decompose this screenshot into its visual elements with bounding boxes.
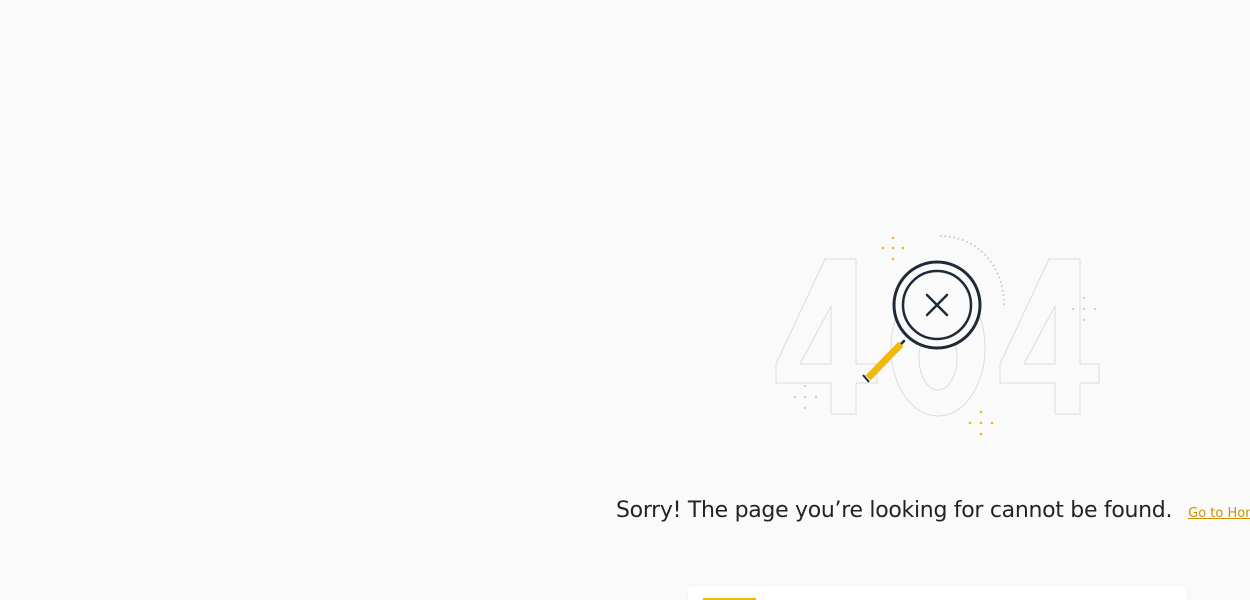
not-found-page: Sorry! The page you’re looking for canno… bbox=[0, 0, 1250, 600]
digit-four-left bbox=[775, 258, 878, 415]
digit-four-right bbox=[999, 258, 1100, 415]
magnifier-handle bbox=[862, 339, 906, 383]
magnifying-glass-x-icon bbox=[892, 260, 982, 350]
error-message-row: Sorry! The page you’re looking for canno… bbox=[616, 498, 1250, 523]
404-illustration bbox=[775, 235, 1100, 436]
bottom-card bbox=[688, 586, 1187, 600]
go-to-homepage-link[interactable]: Go to Homepage bbox=[1188, 506, 1250, 521]
error-message: Sorry! The page you’re looking for canno… bbox=[616, 498, 1173, 523]
gray-dots-left bbox=[793, 384, 818, 410]
yellow-dots-bottom bbox=[968, 410, 994, 436]
yellow-dots-top bbox=[881, 236, 905, 261]
gray-dots-right bbox=[1071, 296, 1097, 322]
